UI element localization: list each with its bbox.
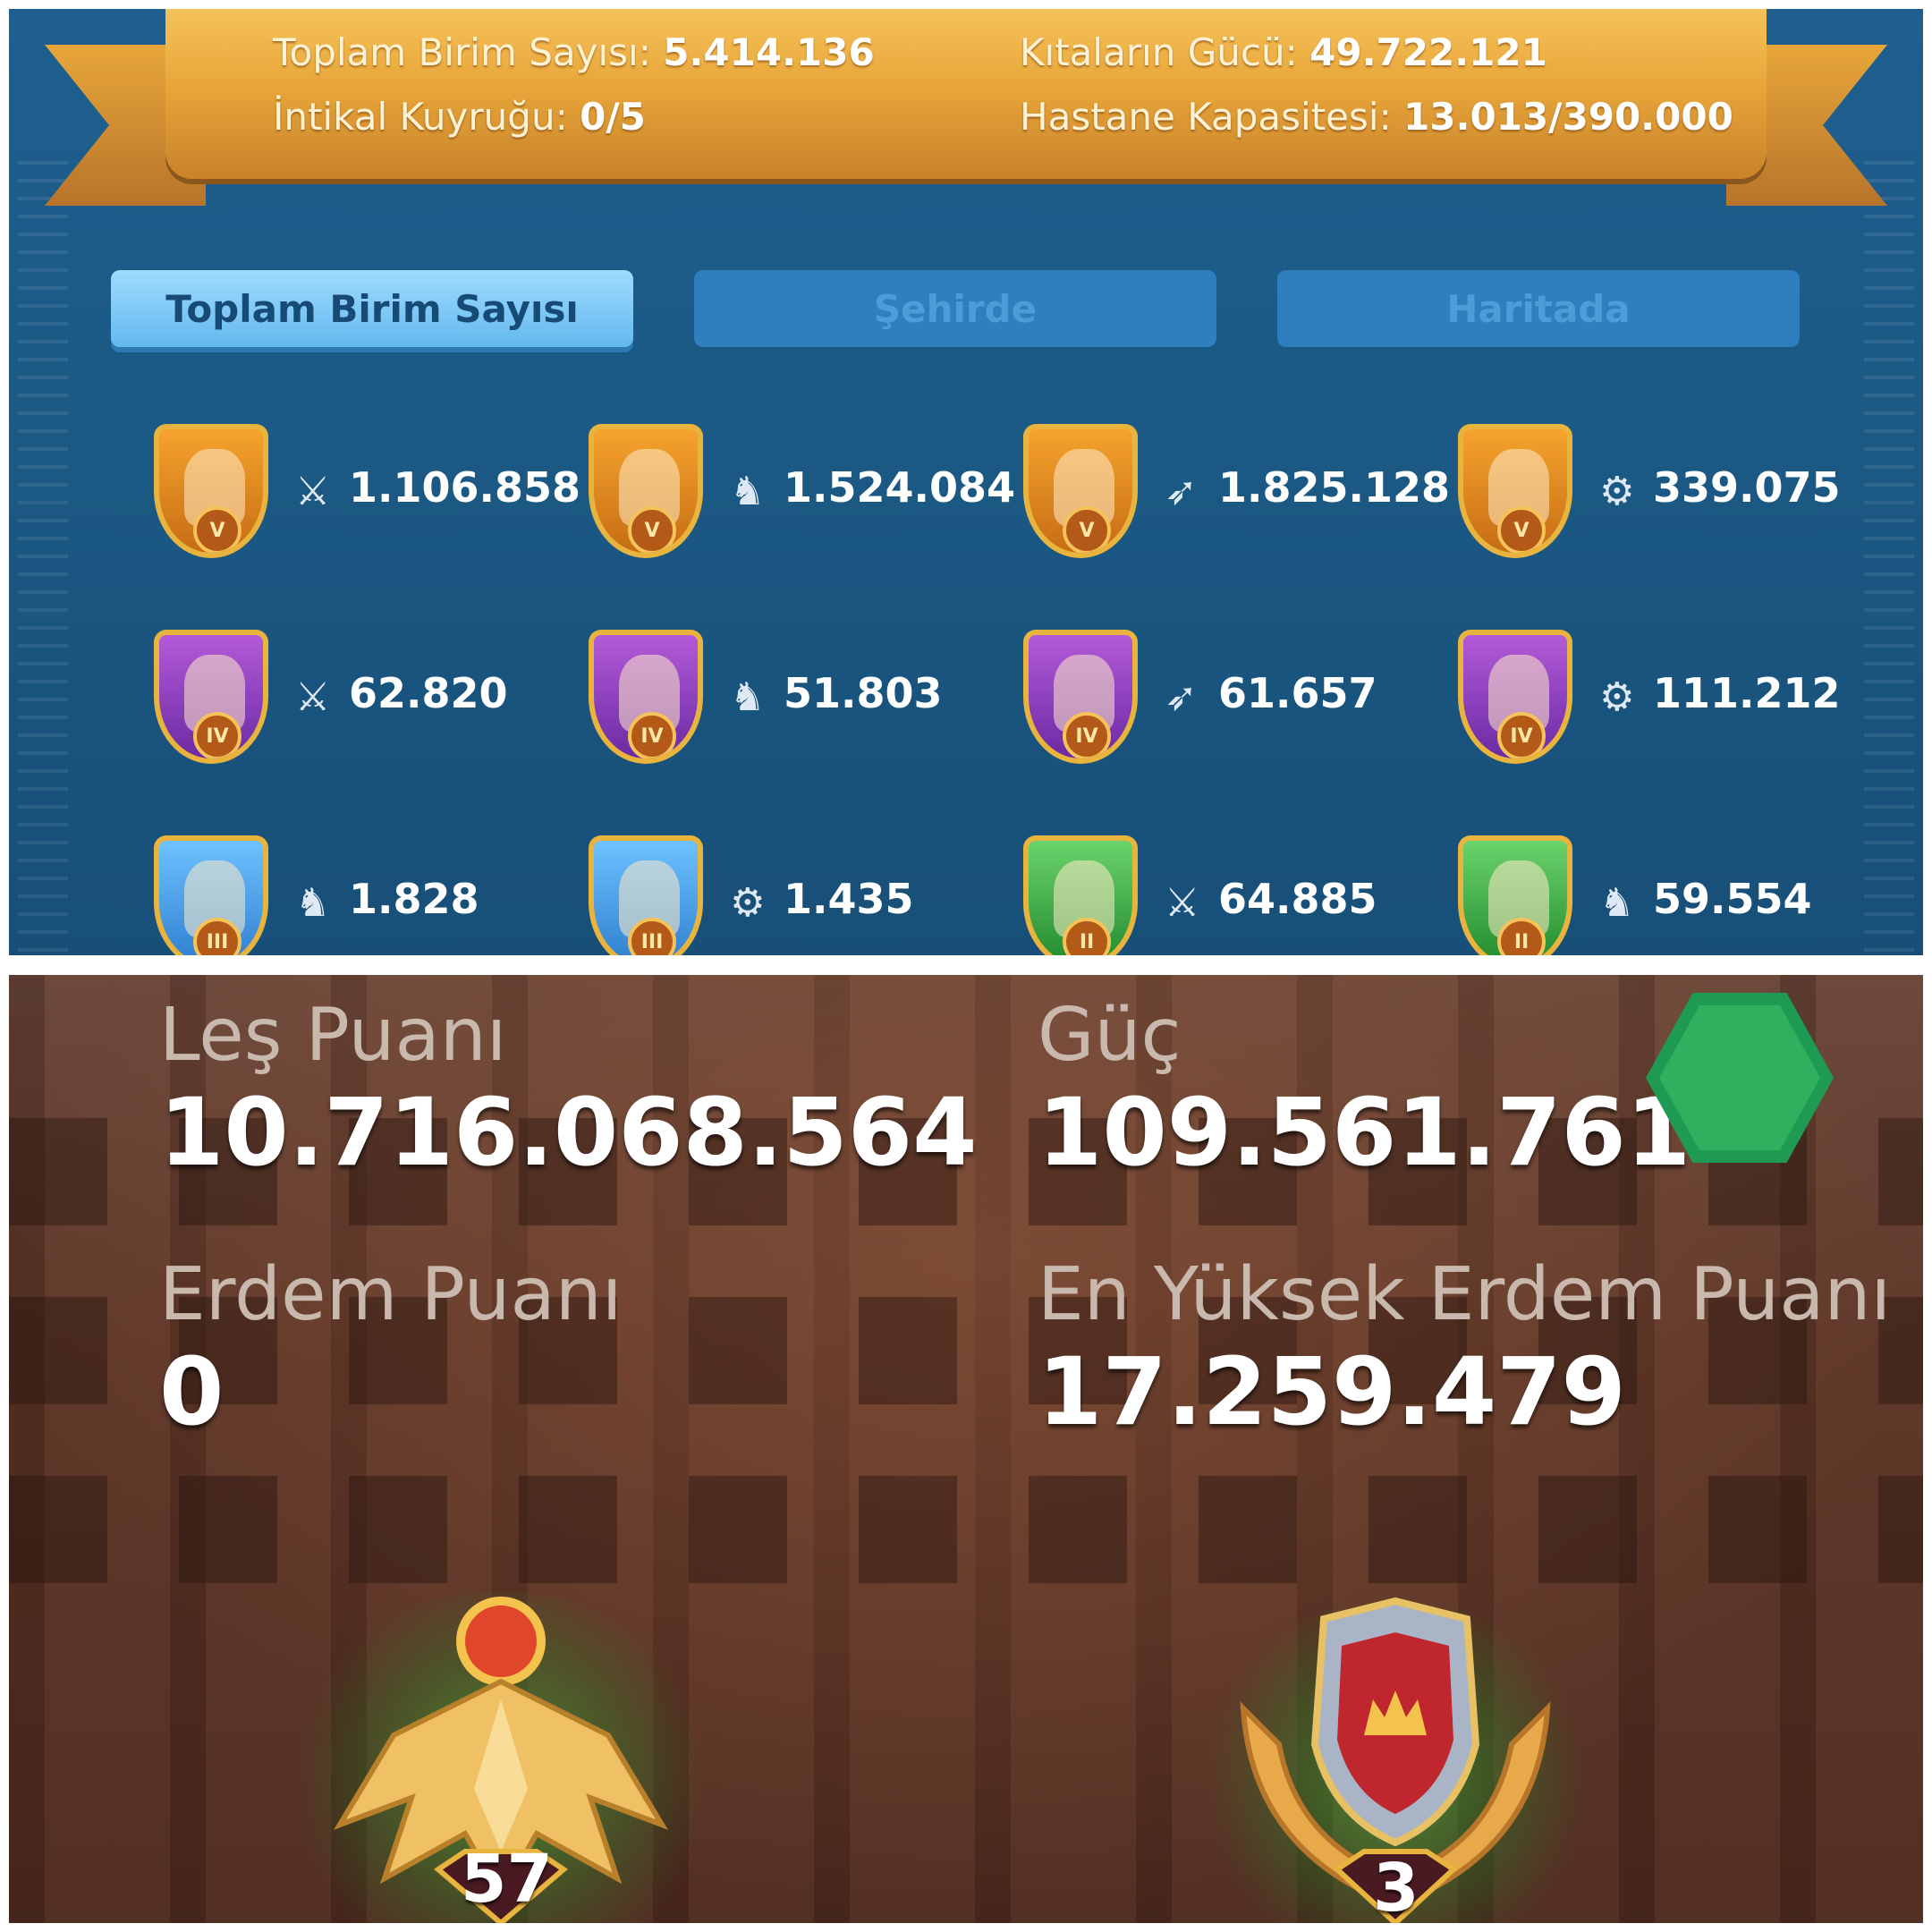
power-value: 109.561.761 (1038, 1078, 1691, 1187)
unit-count: 62.820 (349, 669, 508, 717)
hospital-capacity-stat: Hastane Kapasitesi: 13.013/390.000 (1020, 95, 1733, 139)
unit-count: 1.435 (784, 875, 914, 923)
highest-merit-value: 17.259.479 (1038, 1337, 1626, 1446)
unit-count: 1.828 (349, 875, 479, 923)
unit-portrait-icon: IV (1458, 630, 1572, 764)
unit-portrait-icon: IV (1023, 630, 1138, 764)
kill-points-label: Leş Puanı (159, 993, 507, 1078)
stats-ribbon: Toplam Birim Sayısı: 5.414.136 İntikal K… (165, 9, 1767, 179)
unit-portrait-icon: V (154, 424, 268, 558)
unit-item[interactable]: IV ♞ 51.803 (589, 630, 1009, 773)
highest-merit-label: En Yüksek Erdem Puanı (1038, 1252, 1892, 1337)
unit-item[interactable]: V ♞ 1.524.084 (589, 424, 1015, 567)
unit-portrait-icon: III (154, 835, 268, 955)
tier-badge: IV (193, 712, 242, 758)
unit-count: 59.554 (1653, 875, 1812, 923)
transfer-queue-stat: İntikal Kuyruğu: 0/5 (273, 95, 646, 139)
unit-portrait-icon: V (1458, 424, 1572, 558)
tier-badge: IV (628, 712, 676, 758)
unit-count: 64.885 (1218, 875, 1377, 923)
horse-icon: ♞ (295, 880, 331, 926)
tier-badge: V (1497, 506, 1546, 553)
unit-item[interactable]: IV ⚔ 62.820 (154, 630, 574, 773)
unit-item[interactable]: II ♞ 59.554 (1458, 835, 1878, 955)
left-border-pattern (18, 161, 68, 955)
vip-level: 57 (461, 1841, 553, 1918)
kill-points-value: 10.716.068.564 (159, 1078, 978, 1187)
sword-icon: ⚔ (295, 674, 331, 720)
sword-icon: ⚔ (1165, 880, 1200, 926)
unit-item[interactable]: III ⚙ 1.435 (589, 835, 1009, 955)
unit-item[interactable]: III ♞ 1.828 (154, 835, 574, 955)
unit-portrait-icon: II (1458, 835, 1572, 955)
unit-count: 1.825.128 (1218, 463, 1450, 512)
unit-count: 1.524.084 (784, 463, 1015, 512)
siege-icon: ⚙ (1599, 674, 1635, 720)
tier-badge: IV (1497, 712, 1546, 758)
total-units-stat: Toplam Birim Sayısı: 5.414.136 (273, 30, 875, 74)
unit-item[interactable]: II ⚔ 64.885 (1023, 835, 1444, 955)
vip-emblem[interactable]: 57 (277, 1556, 724, 1923)
continent-power-stat: Kıtaların Gücü: 49.722.121 (1020, 30, 1547, 74)
horse-icon: ♞ (1599, 880, 1635, 926)
tier-badge: V (1063, 506, 1111, 553)
siege-icon: ⚙ (730, 880, 766, 926)
power-label: Güç (1038, 993, 1182, 1078)
siege-icon: ⚙ (1599, 469, 1635, 514)
merit-value: 0 (159, 1337, 225, 1446)
bow-icon: ➶ (1165, 469, 1198, 514)
unit-count: 51.803 (784, 669, 943, 717)
horse-icon: ♞ (730, 674, 766, 720)
unit-item[interactable]: V ➶ 1.825.128 (1023, 424, 1450, 567)
unit-portrait-icon: III (589, 835, 703, 955)
unit-count: 111.212 (1653, 669, 1841, 717)
unit-count: 1.106.858 (349, 463, 580, 512)
unit-portrait-icon: V (1023, 424, 1138, 558)
merit-label: Erdem Puanı (159, 1252, 623, 1337)
tier-badge: V (628, 506, 676, 553)
unit-item[interactable]: IV ➶ 61.657 (1023, 630, 1444, 773)
tab-in-city[interactable]: Şehirde (694, 270, 1216, 347)
unit-count: 339.075 (1653, 463, 1841, 512)
unit-item[interactable]: V ⚙ 339.075 (1458, 424, 1878, 567)
unit-portrait-icon: IV (154, 630, 268, 764)
tab-on-map[interactable]: Haritada (1277, 270, 1800, 347)
rank-level: 3 (1373, 1850, 1419, 1923)
unit-item[interactable]: IV ⚙ 111.212 (1458, 630, 1878, 773)
army-panel: Toplam Birim Sayısı: 5.414.136 İntikal K… (9, 9, 1923, 955)
tier-badge: V (193, 506, 242, 553)
sword-icon: ⚔ (295, 469, 331, 514)
bow-icon: ➶ (1165, 674, 1198, 720)
unit-portrait-icon: II (1023, 835, 1138, 955)
unit-portrait-icon: IV (589, 630, 703, 764)
unit-item[interactable]: V ⚔ 1.106.858 (154, 424, 580, 567)
tier-badge: IV (1063, 712, 1111, 758)
horse-icon: ♞ (730, 469, 766, 514)
rank-emblem[interactable]: 3 (1190, 1583, 1601, 1923)
unit-count: 61.657 (1218, 669, 1377, 717)
unit-portrait-icon: V (589, 424, 703, 558)
profile-panel: Leş Puanı 10.716.068.564 Güç 109.561.761… (9, 975, 1923, 1923)
tab-total-units[interactable]: Toplam Birim Sayısı (111, 270, 633, 347)
